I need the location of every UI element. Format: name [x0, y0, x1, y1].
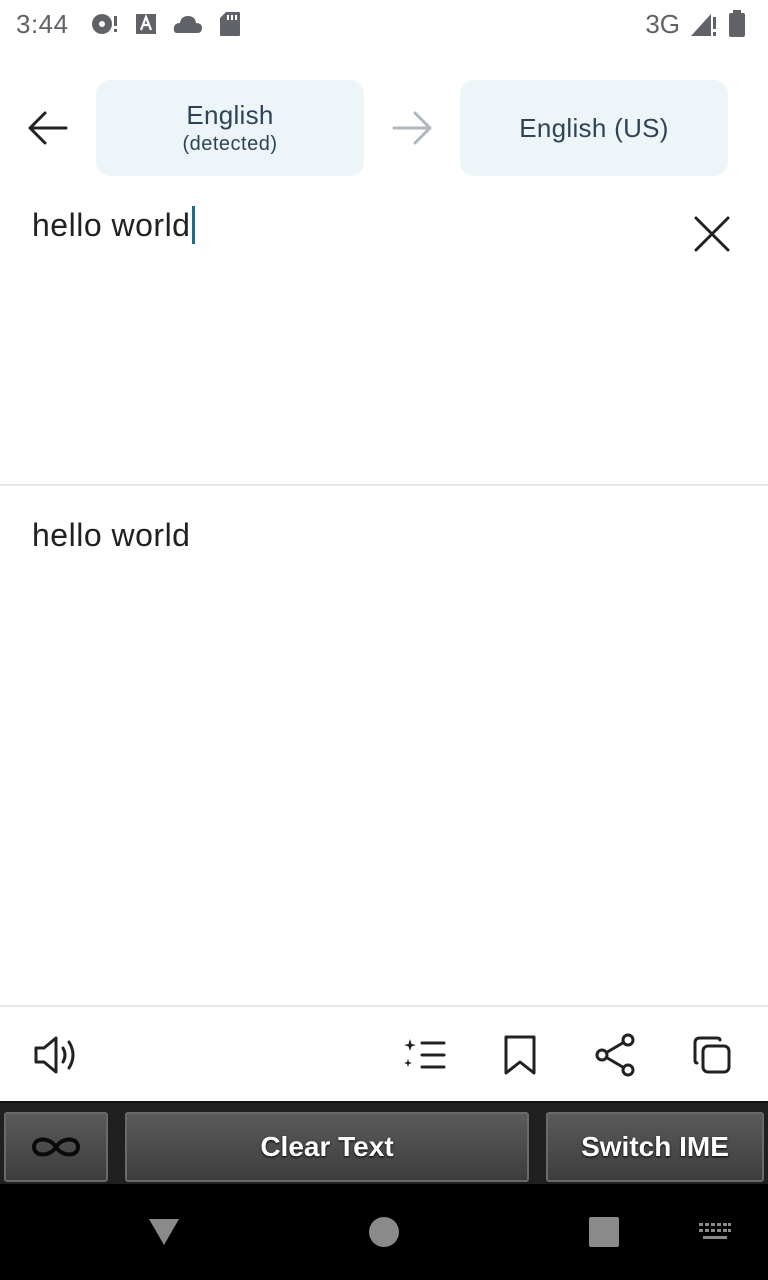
ime-infinity-button[interactable] [4, 1112, 108, 1182]
ime-toolbar: Clear Text Switch IME [0, 1101, 768, 1184]
share-button[interactable] [590, 1029, 642, 1081]
target-language-label: English (US) [519, 112, 669, 143]
sd-card-icon [219, 11, 241, 37]
status-bar: 3:44 3G [0, 0, 768, 48]
cloud-icon [173, 13, 203, 35]
network-type: 3G [645, 8, 680, 39]
back-button[interactable] [20, 100, 76, 156]
alternatives-icon [404, 1039, 446, 1069]
language-header: English (detected) English (US) [0, 80, 768, 176]
switch-ime-button[interactable]: Switch IME [546, 1112, 764, 1182]
clear-text-button[interactable]: Clear Text [125, 1112, 529, 1182]
infinity-icon [31, 1137, 81, 1157]
source-text-value: hello world [32, 206, 191, 243]
text-cursor [192, 206, 196, 244]
bookmark-icon [504, 1035, 536, 1075]
keyboard-icon [699, 1223, 731, 1239]
direction-arrow-icon [386, 108, 438, 148]
home-circle-icon [369, 1217, 399, 1247]
speak-button[interactable] [30, 1029, 82, 1081]
translated-text: hello world [32, 517, 191, 553]
share-icon [595, 1033, 635, 1077]
signal-icon [690, 11, 718, 37]
navigation-bar [0, 1184, 768, 1280]
back-triangle-icon [149, 1219, 179, 1245]
nav-home-button[interactable] [356, 1204, 412, 1260]
font-a-icon [135, 13, 157, 35]
copy-icon [693, 1036, 731, 1074]
speaker-icon [34, 1036, 75, 1074]
bookmark-button[interactable] [494, 1029, 546, 1081]
source-language-label: English [186, 100, 274, 130]
back-arrow-icon [28, 111, 68, 145]
source-text-input[interactable]: hello world [0, 190, 768, 485]
close-icon [694, 216, 730, 252]
copy-button[interactable] [686, 1029, 738, 1081]
action-toolbar [0, 1007, 768, 1101]
recents-square-icon [589, 1217, 619, 1247]
source-text[interactable]: hello world [32, 206, 196, 244]
sync-icon [91, 12, 119, 36]
source-language-note: (detected) [182, 133, 278, 155]
battery-icon [728, 10, 746, 38]
alternatives-button[interactable] [398, 1029, 450, 1081]
nav-recents-button[interactable] [576, 1204, 632, 1260]
source-language-button[interactable]: English (detected) [96, 80, 364, 176]
translation-output: hello world [0, 487, 768, 1005]
clear-input-button[interactable] [688, 210, 736, 258]
nav-back-button[interactable] [136, 1204, 192, 1260]
target-language-button[interactable]: English (US) [460, 80, 728, 176]
notification-icons [91, 11, 241, 37]
status-time: 3:44 [16, 8, 69, 39]
divider [0, 484, 768, 486]
keyboard-switch-button[interactable] [690, 1212, 740, 1252]
